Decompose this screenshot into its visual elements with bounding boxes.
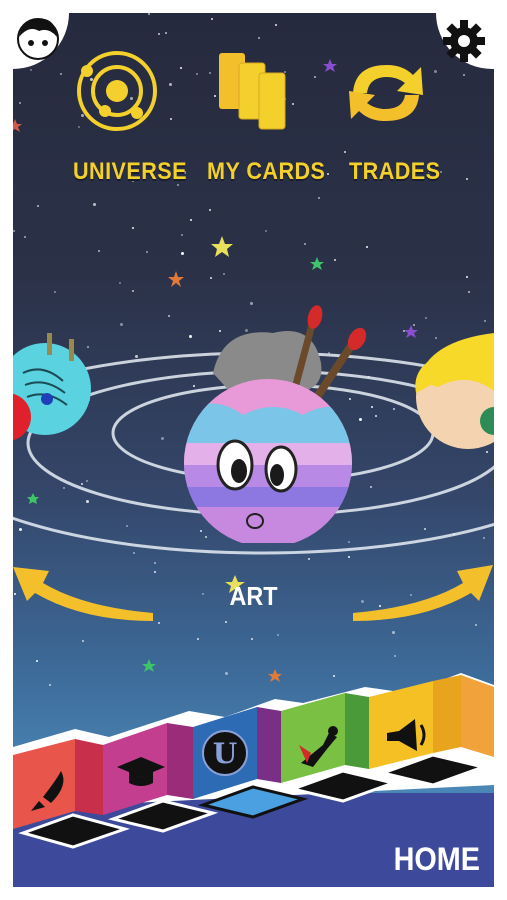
category-bar: U [13, 673, 494, 849]
orbit-icon [77, 51, 157, 131]
gear-icon [443, 20, 485, 62]
current-planet-label: ART [229, 581, 278, 611]
music-planet[interactable] [13, 333, 103, 473]
menu-trades-label: TRADES [349, 158, 441, 185]
menu-my-cards-label: MY CARDS [207, 158, 326, 185]
menu-universe-label: UNIVERSE [73, 158, 188, 185]
svg-text:U: U [213, 737, 237, 770]
game-screen: UNIVERSE MY CARDS TRADES ART U HOME [13, 13, 494, 887]
avatar-face-icon [17, 18, 59, 60]
art-planet[interactable] [163, 303, 393, 543]
swap-arrows-icon [349, 65, 423, 121]
star-orange [168, 271, 184, 287]
u-logo-icon: U [202, 730, 248, 776]
hero-planet[interactable] [408, 331, 494, 461]
star-purple2 [323, 59, 337, 72]
home-label[interactable]: HOME [394, 841, 480, 878]
arrow-left-icon[interactable] [13, 543, 163, 623]
category-blank[interactable] [461, 675, 494, 757]
cards-icon [219, 53, 286, 130]
star-red [13, 119, 22, 132]
star-green [310, 257, 324, 270]
arrow-right-icon[interactable] [353, 543, 494, 623]
avatar-button[interactable] [13, 13, 69, 69]
settings-button[interactable] [436, 13, 494, 69]
star-yellow [211, 236, 233, 257]
